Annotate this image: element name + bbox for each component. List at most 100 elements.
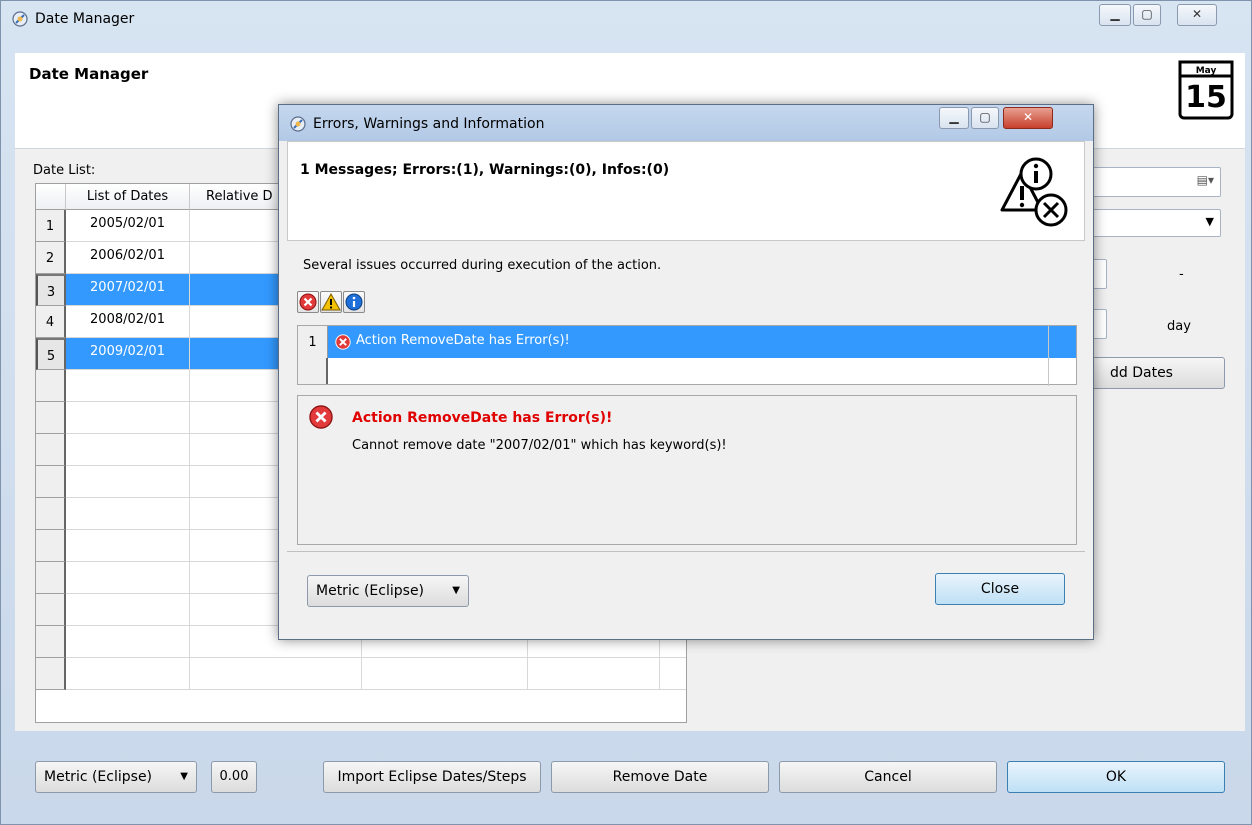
value-field[interactable]: 0.00 [211,761,257,793]
app-icon [290,116,306,132]
table-cell-empty[interactable] [66,594,190,626]
close-icon: ✕ [1191,7,1203,21]
dialog-unit-value: Metric (Eclipse) [316,583,425,599]
row-header[interactable] [36,466,66,498]
column-divider [1048,326,1049,386]
unit-system-select[interactable]: Metric (Eclipse) ▼ [35,761,197,793]
close-window-button[interactable]: ✕ [1177,4,1217,26]
dialog-header: 1 Messages; Errors:(1), Warnings:(0), In… [287,141,1085,241]
close-icon: ✕ [1022,110,1034,124]
chevron-down-icon: ▼ [452,585,460,596]
dialog-unit-select[interactable]: Metric (Eclipse) ▼ [307,575,469,607]
row-header[interactable] [36,402,66,434]
dialog-separator [287,551,1085,552]
window-title: Date Manager [35,11,135,27]
minimize-icon: ▁ [1110,7,1120,21]
remove-date-button[interactable]: Remove Date [551,761,769,793]
empty-row-header [298,358,328,384]
table-cell-date[interactable]: 2006/02/01 [66,242,190,274]
app-icon [12,11,28,27]
row-header[interactable] [36,498,66,530]
corner-header [36,184,66,210]
maximize-icon: ▢ [1141,7,1153,21]
row-header[interactable]: 2 [36,242,66,274]
minimize-icon: ▁ [949,110,959,124]
message-row[interactable]: 1 Action RemoveDate has Error(s)! [298,326,1076,386]
page-title: Date Manager [29,65,149,83]
date-picker-field[interactable]: ▤▾ [1085,167,1221,197]
table-cell-empty[interactable] [66,466,190,498]
right-select[interactable]: ▼ [1085,209,1221,237]
error-icon [335,334,351,350]
minimize-button[interactable]: ▁ [1099,4,1131,26]
table-cell-empty[interactable] [66,370,190,402]
date-list-label: Date List: [33,163,96,178]
row-header[interactable]: 3 [36,274,66,306]
row-header[interactable] [36,626,66,658]
error-icon [309,405,333,429]
chevron-down-icon: ▼ [180,771,188,782]
table-cell-empty[interactable] [66,402,190,434]
table-cell-empty[interactable] [66,498,190,530]
message-detail-panel: Action RemoveDate has Error(s)! Cannot r… [297,395,1077,545]
message-summary: 1 Messages; Errors:(1), Warnings:(0), In… [300,162,670,178]
error-icon [299,293,317,311]
filter-infos-button[interactable] [343,291,365,313]
dash-label: - [1179,267,1184,282]
row-header[interactable] [36,370,66,402]
row-header[interactable] [36,434,66,466]
table-cell-empty[interactable] [190,658,362,690]
close-button[interactable]: Close [935,573,1065,605]
calendar-day: 15 [1185,80,1227,115]
dialog-description: Several issues occurred during execution… [303,258,662,273]
detail-text: Cannot remove date "2007/02/01" which ha… [352,438,727,453]
calendar-icon: May 15 [1178,60,1234,120]
calendar-dropdown-icon[interactable]: ▤▾ [1197,173,1214,187]
warning-icon [321,292,341,311]
table-cell-empty[interactable] [660,658,686,690]
message-list[interactable]: 1 Action RemoveDate has Error(s)! [297,325,1077,386]
row-header[interactable]: 1 [36,210,66,242]
column-header-list-of-dates[interactable]: List of Dates [66,184,190,210]
filter-errors-button[interactable] [297,291,319,313]
unit-system-value: Metric (Eclipse) [44,769,153,785]
dialog-close-x-button[interactable]: ✕ [1003,107,1053,129]
filter-warnings-button[interactable] [320,291,342,313]
table-cell-empty[interactable] [66,562,190,594]
table-cell-empty[interactable] [528,658,660,690]
row-header[interactable]: 5 [36,338,66,370]
add-dates-button[interactable]: dd Dates [1085,357,1225,389]
row-header[interactable] [36,562,66,594]
row-header[interactable] [36,530,66,562]
warning-error-info-icon [1000,157,1068,227]
table-cell-empty[interactable] [66,434,190,466]
row-header[interactable] [36,594,66,626]
day-label: day [1167,319,1191,334]
table-cell-date[interactable]: 2009/02/01 [66,338,190,370]
dialog-maximize-button[interactable]: ▢ [971,107,999,129]
chevron-down-icon: ▼ [1205,215,1214,228]
import-dates-button[interactable]: Import Eclipse Dates/Steps [323,761,541,793]
row-header[interactable]: 4 [36,306,66,338]
calendar-month: May [1196,66,1217,76]
message-row-number: 1 [298,326,328,358]
message-row-cell[interactable]: Action RemoveDate has Error(s)! [328,326,1076,358]
table-cell-empty[interactable] [362,658,528,690]
dialog-title: Errors, Warnings and Information [313,116,545,132]
row-header[interactable] [36,658,66,690]
table-cell-date[interactable]: 2008/02/01 [66,306,190,338]
maximize-button[interactable]: ▢ [1133,4,1161,26]
ok-button[interactable]: OK [1007,761,1225,793]
dialog-minimize-button[interactable]: ▁ [939,107,969,129]
message-text: Action RemoveDate has Error(s)! [356,333,570,348]
table-cell-empty[interactable] [66,530,190,562]
table-cell-empty[interactable] [66,658,190,690]
table-cell-empty[interactable] [66,626,190,658]
detail-title: Action RemoveDate has Error(s)! [352,410,613,426]
table-cell-date[interactable]: 2005/02/01 [66,210,190,242]
cancel-button[interactable]: Cancel [779,761,997,793]
info-icon [345,293,363,311]
dialog-titlebar[interactable]: Errors, Warnings and Information ▁ ▢ ✕ [279,105,1093,141]
maximize-icon: ▢ [979,110,991,124]
table-cell-date[interactable]: 2007/02/01 [66,274,190,306]
